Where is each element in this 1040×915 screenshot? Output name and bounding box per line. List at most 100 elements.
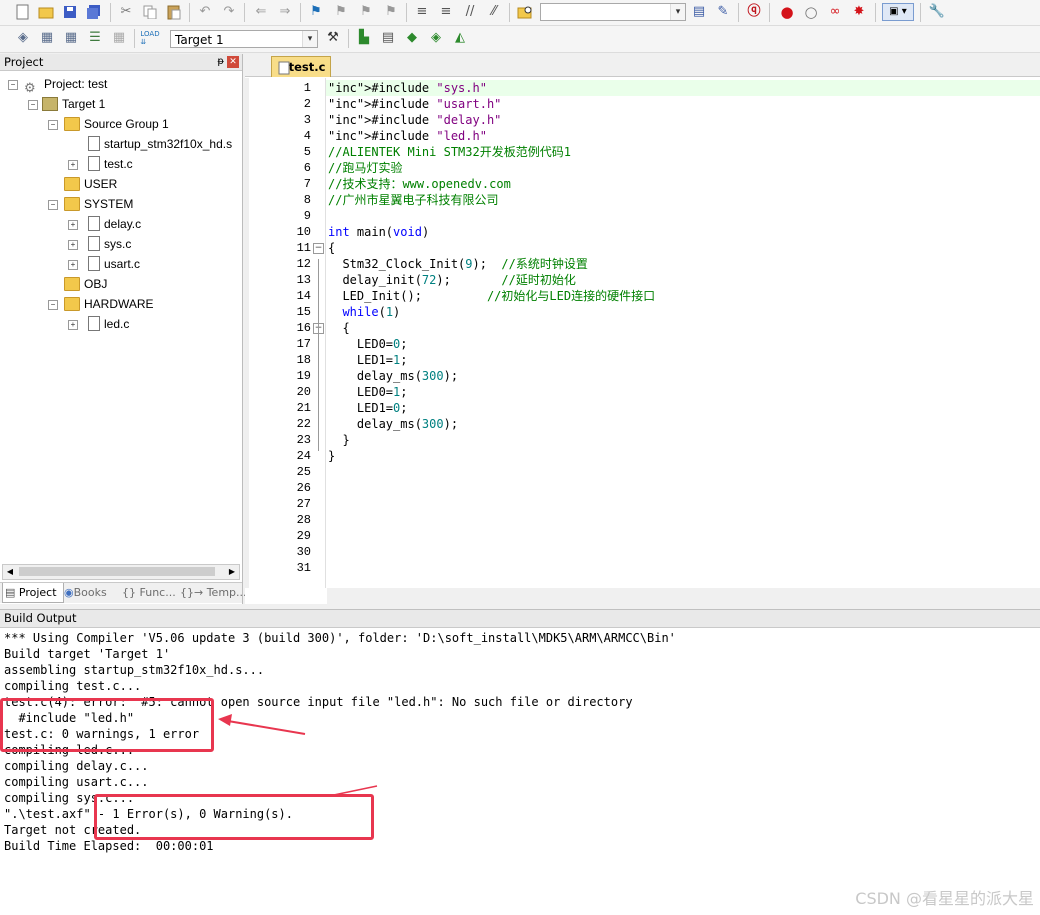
bookmark-icon[interactable]: ⚑ xyxy=(307,3,325,21)
next-bookmark-icon[interactable]: ⚑ xyxy=(357,3,375,21)
cut-icon[interactable]: ✂ xyxy=(117,3,135,21)
pack-installer-icon[interactable]: ▤ xyxy=(379,29,397,47)
comment-icon[interactable]: // xyxy=(461,3,479,21)
code-line[interactable]: LED1=0; xyxy=(328,400,408,416)
build-icon[interactable]: ▦ xyxy=(38,29,56,47)
collapse-icon[interactable]: − xyxy=(48,120,58,130)
code-line[interactable]: { xyxy=(328,240,335,256)
incremental-find-icon[interactable]: ✎ xyxy=(714,3,732,21)
open-icon[interactable] xyxy=(37,3,55,21)
save-all-icon[interactable] xyxy=(85,3,103,21)
tab-project[interactable]: ▤ Project xyxy=(2,583,64,603)
tab-label: Project xyxy=(18,586,57,599)
fold-toggle-icon[interactable]: − xyxy=(313,243,324,254)
tab-functions[interactable]: {} Func... xyxy=(120,583,178,602)
tree-node-group[interactable]: OBJ xyxy=(64,274,107,294)
code-line[interactable]: LED1=1; xyxy=(328,352,408,368)
code-line[interactable]: LED0=0; xyxy=(328,336,408,352)
code-line[interactable]: "inc">#include "delay.h" xyxy=(328,112,501,128)
tree-node-label: test.c xyxy=(104,157,133,171)
event-recorder-icon[interactable]: ◭ xyxy=(451,29,469,47)
expand-icon[interactable]: + xyxy=(68,320,78,330)
clear-bookmarks-icon[interactable]: ⚑ xyxy=(382,3,400,21)
tab-templates[interactable]: {}→ Temp... xyxy=(178,583,247,602)
expand-icon[interactable]: + xyxy=(68,220,78,230)
stop-build-icon[interactable]: ▦ xyxy=(110,29,128,47)
project-hscrollbar[interactable]: ◀ ▶ xyxy=(2,564,240,580)
paste-icon[interactable] xyxy=(165,3,183,21)
scroll-left-icon[interactable]: ◀ xyxy=(3,565,17,579)
scroll-thumb[interactable] xyxy=(19,567,215,576)
redo-icon[interactable]: ↷ xyxy=(220,3,238,21)
code-line[interactable]: delay_ms(300); xyxy=(328,368,458,384)
breakpoint-insert-icon[interactable]: ● xyxy=(778,3,796,21)
uncomment-icon[interactable]: ⁄⁄ xyxy=(485,3,503,21)
editor-hscrollbar[interactable] xyxy=(327,588,1040,604)
save-icon[interactable] xyxy=(61,3,79,21)
code-line[interactable]: //ALIENTEK Mini STM32开发板范例代码1 xyxy=(328,144,571,160)
target-select[interactable]: Target 1 ▾ xyxy=(170,30,318,48)
code-line[interactable]: } xyxy=(328,448,335,464)
nav-back-icon[interactable]: ⇐ xyxy=(252,3,270,21)
find-combo[interactable]: ▾ xyxy=(540,3,686,21)
expand-icon[interactable]: + xyxy=(68,260,78,270)
download-icon[interactable]: LOAD ⇊ xyxy=(140,29,159,47)
code-line[interactable]: "inc">#include "led.h" xyxy=(328,128,487,144)
collapse-icon[interactable]: − xyxy=(48,300,58,310)
tab-test-c[interactable]: test.c xyxy=(271,56,331,77)
unindent-icon[interactable]: ≡ xyxy=(437,3,455,21)
code-area[interactable]: "inc">#include "sys.h" "inc">#include "us… xyxy=(325,78,1040,588)
expand-icon[interactable]: + xyxy=(68,240,78,250)
breakpoint-enable-icon[interactable]: ○ xyxy=(802,3,820,21)
nav-forward-icon[interactable]: ⇒ xyxy=(276,3,294,21)
tree-node-label: Project: test xyxy=(44,77,108,91)
new-file-icon[interactable] xyxy=(14,3,32,21)
code-line[interactable]: delay_init(72); //延时初始化 xyxy=(328,272,575,288)
copy-icon[interactable] xyxy=(141,3,159,21)
expand-icon[interactable]: + xyxy=(68,160,78,170)
prev-bookmark-icon[interactable]: ⚑ xyxy=(332,3,350,21)
rebuild-icon[interactable]: ▦ xyxy=(62,29,80,47)
undo-icon[interactable]: ↶ xyxy=(196,3,214,21)
code-line[interactable]: "inc">#include "sys.h" xyxy=(328,80,487,96)
translate-icon[interactable]: ◈ xyxy=(14,29,32,47)
code-line[interactable]: delay_ms(300); xyxy=(328,416,458,432)
toolbar-separator xyxy=(300,3,301,22)
build-output-line: compiling test.c... xyxy=(4,679,142,693)
debug-session-icon[interactable]: ⓠ xyxy=(745,3,763,21)
code-line[interactable]: LED0=1; xyxy=(328,384,408,400)
code-line[interactable]: //广州市星翼电子科技有限公司 xyxy=(328,192,498,208)
tree-node-group[interactable]: USER xyxy=(64,174,117,194)
close-icon[interactable]: ✕ xyxy=(227,56,239,68)
window-layout-icon[interactable]: ▣ ▾ xyxy=(882,3,914,21)
chevron-down-icon[interactable]: ▾ xyxy=(670,4,685,20)
scroll-right-icon[interactable]: ▶ xyxy=(225,565,239,579)
collapse-icon[interactable]: − xyxy=(8,80,18,90)
pin-icon[interactable]: ᵽ xyxy=(217,54,224,70)
code-line[interactable]: //技术支持：www.openedv.com xyxy=(328,176,511,192)
collapse-icon[interactable]: − xyxy=(48,200,58,210)
run-env-icon[interactable]: ◈ xyxy=(427,29,445,47)
configure-icon[interactable]: 🔧 xyxy=(928,3,946,21)
code-line[interactable]: } xyxy=(328,432,349,448)
select-packs-icon[interactable]: ◆ xyxy=(403,29,421,47)
collapse-icon[interactable]: − xyxy=(28,100,38,110)
find-in-files-icon[interactable] xyxy=(516,3,534,21)
chevron-down-icon[interactable]: ▾ xyxy=(302,31,317,47)
find-icon[interactable]: ▤ xyxy=(690,3,708,21)
breakpoint-disable-all-icon[interactable]: ∞ xyxy=(826,3,844,21)
options-icon[interactable]: ⚒ xyxy=(324,29,342,47)
code-line[interactable]: { xyxy=(328,320,349,336)
code-line[interactable]: while(1) xyxy=(328,304,400,320)
breakpoint-kill-all-icon[interactable]: ✸ xyxy=(850,3,868,21)
manage-components-icon[interactable]: ▙ xyxy=(355,29,373,47)
tab-books[interactable]: ◉Books xyxy=(62,583,120,602)
indent-icon[interactable]: ≡ xyxy=(413,3,431,21)
code-line[interactable]: Stm32_Clock_Init(9); //系统时钟设置 xyxy=(328,256,587,272)
tree-node-file[interactable]: startup_stm32f10x_hd.s xyxy=(88,134,232,154)
batch-build-icon[interactable]: ☰ xyxy=(86,29,104,47)
code-line[interactable]: int main(void) xyxy=(328,224,429,240)
code-line[interactable]: "inc">#include "usart.h" xyxy=(328,96,501,112)
code-line[interactable]: LED_Init(); //初始化与LED连接的硬件接口 xyxy=(328,288,655,304)
code-line[interactable]: //跑马灯实验 xyxy=(328,160,402,176)
